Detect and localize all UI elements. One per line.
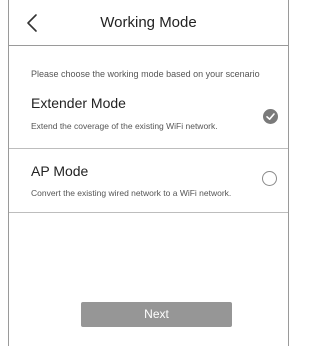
divider xyxy=(9,212,288,213)
working-mode-screen: Working Mode Please choose the working m… xyxy=(8,0,289,346)
next-button[interactable]: Next xyxy=(81,302,232,327)
mode-title: AP Mode xyxy=(31,163,89,179)
radio-checked-icon[interactable] xyxy=(263,109,278,124)
mode-option-extender[interactable]: Extender Mode Extend the coverage of the… xyxy=(9,88,288,143)
page-title: Working Mode xyxy=(100,14,197,31)
radio-unchecked-icon[interactable] xyxy=(262,171,277,186)
divider xyxy=(9,148,288,149)
header-bar: Working Mode xyxy=(9,0,288,46)
mode-option-ap[interactable]: AP Mode Convert the existing wired netwo… xyxy=(9,158,288,208)
mode-description: Extend the coverage of the existing WiFi… xyxy=(31,121,218,131)
mode-description: Convert the existing wired network to a … xyxy=(31,188,232,198)
instruction-text: Please choose the working mode based on … xyxy=(31,69,260,79)
mode-title: Extender Mode xyxy=(31,95,126,111)
